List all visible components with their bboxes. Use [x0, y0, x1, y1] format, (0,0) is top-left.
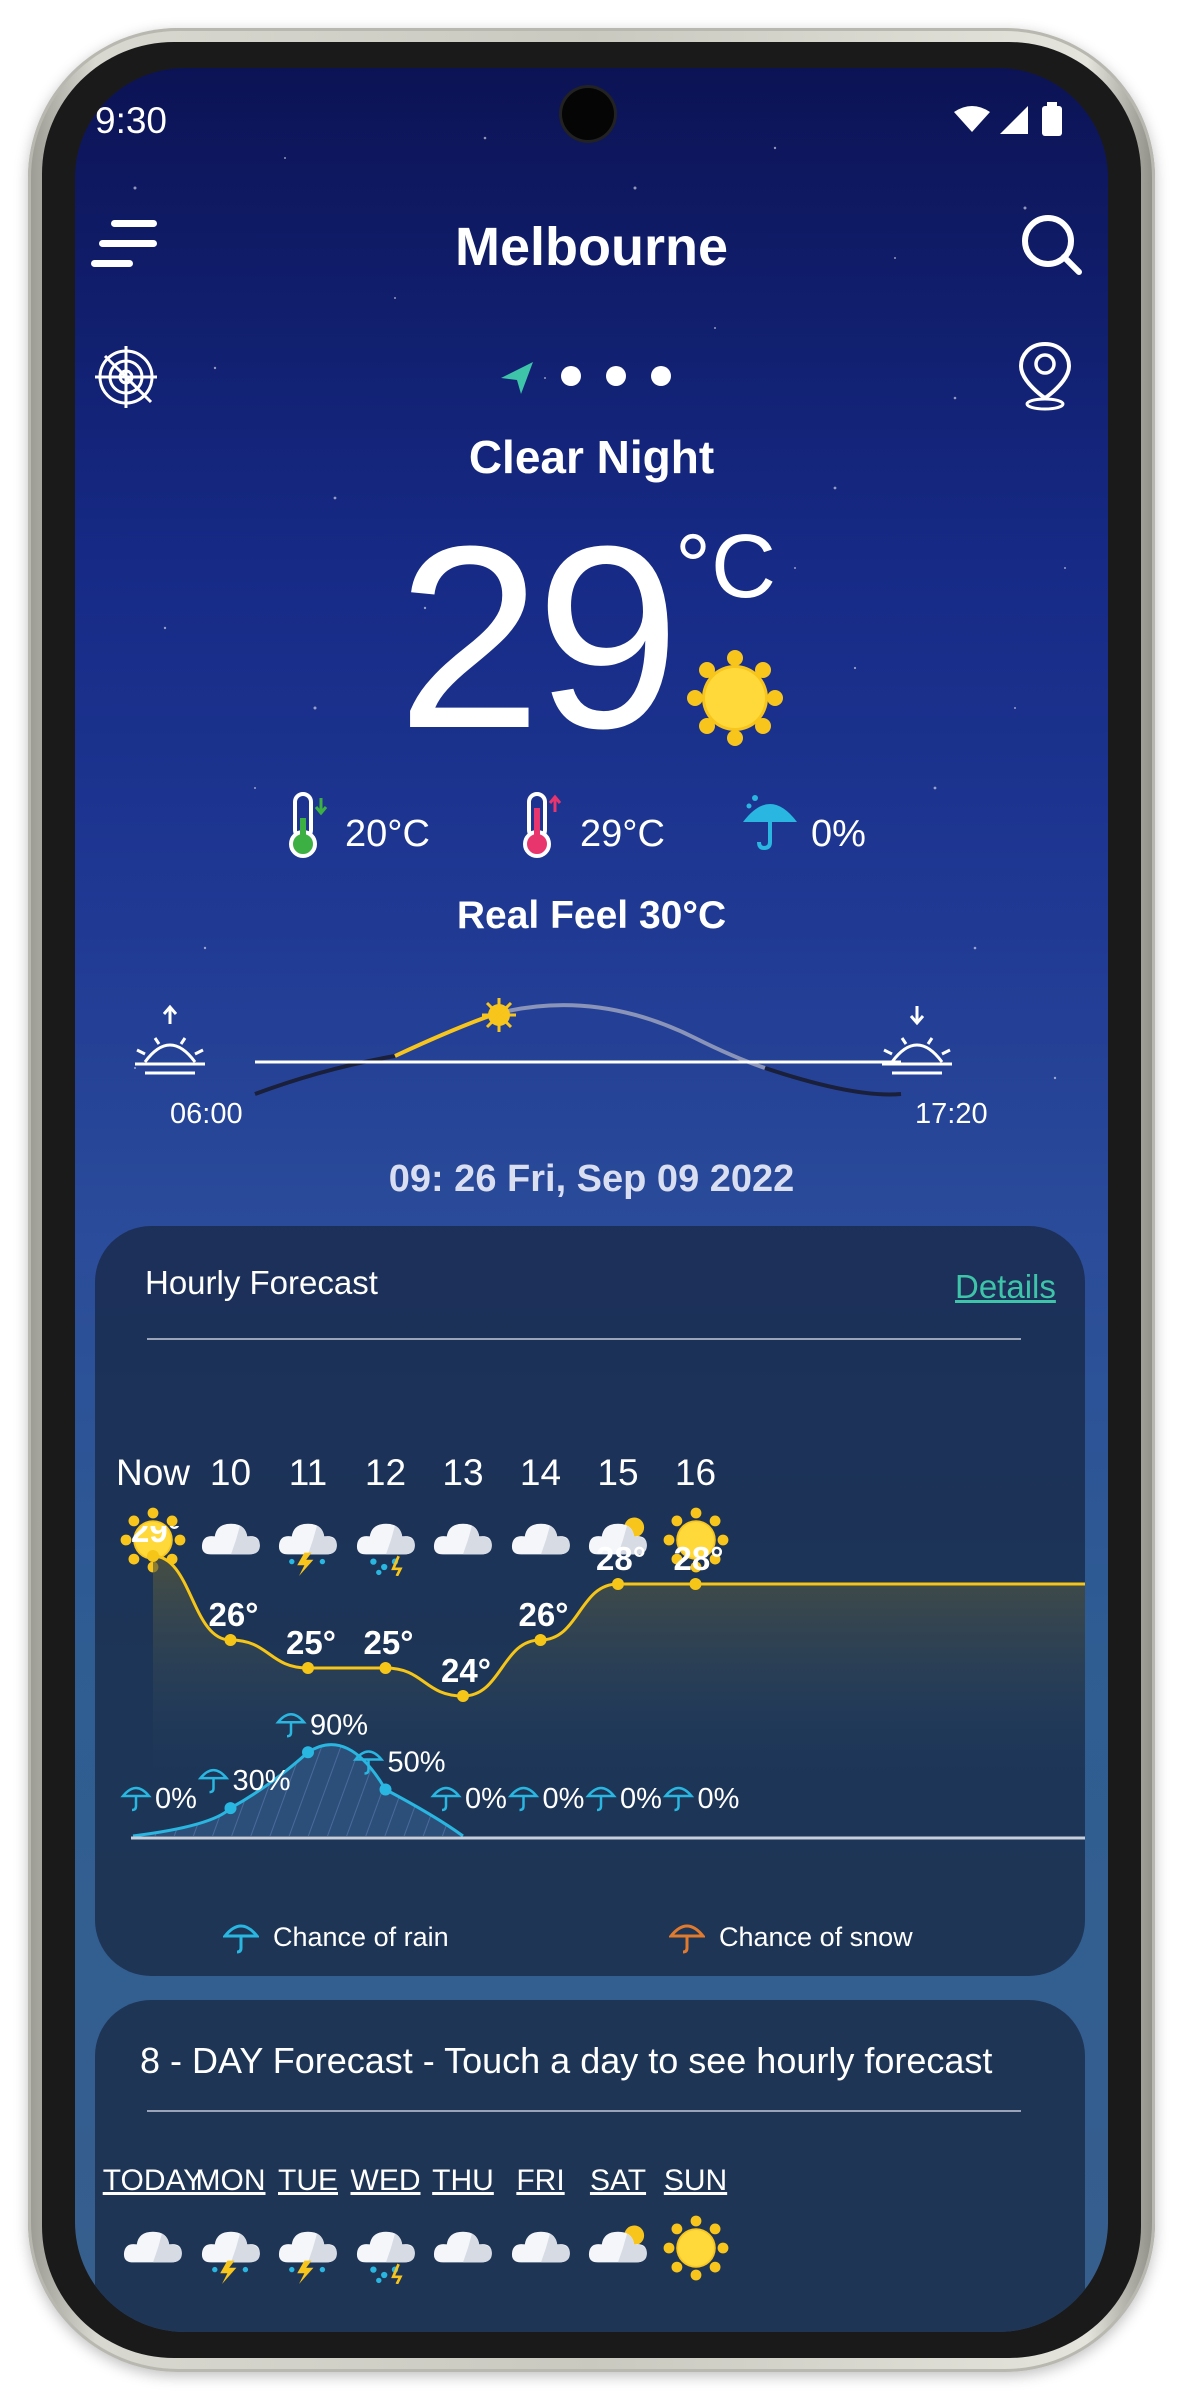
search-icon[interactable] — [1019, 212, 1085, 278]
page-dot — [651, 366, 671, 386]
status-time: 9:30 — [95, 100, 168, 141]
temperature-point — [689, 1578, 702, 1590]
rain-cloud-icon[interactable] — [350, 2212, 422, 2289]
location-pager[interactable] — [495, 356, 695, 396]
snow-legend-icon — [669, 1924, 705, 1954]
umbrella-icon — [430, 1786, 462, 1812]
real-feel: Real Feel 30°C — [456, 894, 727, 937]
sun-icon[interactable] — [660, 2212, 732, 2289]
rain-point — [224, 1802, 237, 1815]
date-time: 09: 26 Fri, Sep 09 2022 — [388, 1158, 795, 1200]
temperature-label: 29° — [131, 1526, 181, 1549]
thunderstorm-icon[interactable] — [272, 2212, 344, 2289]
divider — [147, 2110, 1021, 2112]
day-tab-sun[interactable]: SUN — [631, 2164, 761, 2198]
umbrella-icon — [120, 1786, 152, 1812]
rain-chance-label: 0% — [465, 1783, 507, 1815]
temperature-label: 25° — [364, 1624, 414, 1661]
sun-path — [135, 998, 952, 1097]
max-temp: 29°C — [580, 813, 665, 855]
wifi-icon — [954, 106, 990, 132]
temperature-label: 28° — [674, 1540, 724, 1577]
rain-chance-label: 0% — [543, 1783, 585, 1815]
partly-cloudy-icon[interactable] — [582, 2212, 654, 2289]
rain-chance-label: 0% — [698, 1783, 740, 1815]
battery-icon — [1042, 106, 1062, 136]
temperature-point — [457, 1690, 469, 1702]
temperature-point — [302, 1662, 314, 1674]
max-temp-thermometer-icon — [523, 792, 562, 858]
current-location-icon — [501, 362, 533, 394]
details-link[interactable]: Details — [955, 1268, 1056, 1306]
temperature-label: 24° — [441, 1652, 491, 1689]
temperature-unit: °C — [675, 517, 776, 617]
sunset-time: 17:20 — [915, 1098, 988, 1130]
rain-point — [302, 1746, 314, 1759]
condition-text: Clear Night — [468, 431, 715, 483]
cloud-icon[interactable] — [117, 2212, 189, 2289]
rain-legend-label: Chance of rain — [273, 1922, 449, 1952]
manage-locations-icon[interactable] — [1015, 340, 1075, 412]
rain-legend-icon — [223, 1924, 259, 1954]
sunrise-icon — [135, 1004, 205, 1075]
city-title[interactable]: Melbourne — [75, 216, 1108, 278]
temperature-point — [147, 1550, 159, 1562]
cloud-icon[interactable] — [505, 2212, 577, 2289]
temperature-label: 26° — [209, 1596, 259, 1633]
temperature-point — [612, 1578, 624, 1590]
divider — [147, 1338, 1021, 1340]
rain-chance-label: 30% — [233, 1765, 291, 1797]
front-camera — [562, 88, 614, 140]
signal-icon — [1000, 106, 1028, 134]
hour-label: 16 — [674, 1452, 717, 1493]
rain-chance-label: 90% — [310, 1709, 368, 1741]
temperature-label: 28° — [596, 1540, 646, 1577]
temperature-point — [224, 1634, 237, 1646]
hourly-forecast-card: Hourly Forecast Details Now 10 11 12 13 14 15 1… — [95, 1226, 1085, 1976]
page-dot — [561, 366, 581, 386]
radar-icon[interactable] — [93, 344, 159, 410]
hourly-title: Hourly Forecast — [145, 1264, 378, 1301]
page-dot — [606, 366, 626, 386]
daily-forecast-card: 8 - DAY Forecast - Touch a day to see ho… — [95, 2000, 1085, 2332]
temperature-point — [534, 1634, 547, 1646]
umbrella-icon — [662, 1786, 695, 1812]
sun-icon — [687, 650, 783, 746]
rain-chance-label: 0% — [620, 1783, 662, 1815]
temperature-label: 26° — [519, 1596, 569, 1633]
temperature-label: 25° — [286, 1624, 336, 1661]
umbrella-icon — [507, 1786, 540, 1812]
sun-position-icon — [482, 998, 516, 1032]
temperature-point — [379, 1662, 392, 1674]
snow-legend-label: Chance of snow — [719, 1922, 913, 1952]
daily-title: 8 - DAY Forecast - Touch a day to see ho… — [140, 2040, 993, 2081]
rain-chance-label: 50% — [388, 1747, 446, 1779]
cloud-icon[interactable] — [427, 2212, 499, 2289]
min-temp: 20°C — [345, 813, 430, 855]
hourly-chart: 29° 0% 26° 30% 25° 90% 25° 50% 24° 0% 26° 0% 2… — [120, 1526, 1085, 1840]
rain-point — [379, 1783, 392, 1796]
umbrella-icon — [743, 795, 797, 851]
umbrella-icon — [585, 1786, 617, 1812]
sunrise-time: 06:00 — [170, 1098, 243, 1130]
rain-chance-label: 0% — [155, 1783, 197, 1815]
min-temp-thermometer-icon — [289, 792, 328, 858]
app-screen: 9:30 Melbourne Clear Night 29 °C 20°C 29… — [75, 68, 1108, 2332]
precip-chance: 0% — [811, 813, 866, 855]
current-temperature: 29 — [397, 493, 680, 783]
status-icons — [954, 102, 1062, 136]
thunderstorm-icon[interactable] — [195, 2212, 267, 2289]
